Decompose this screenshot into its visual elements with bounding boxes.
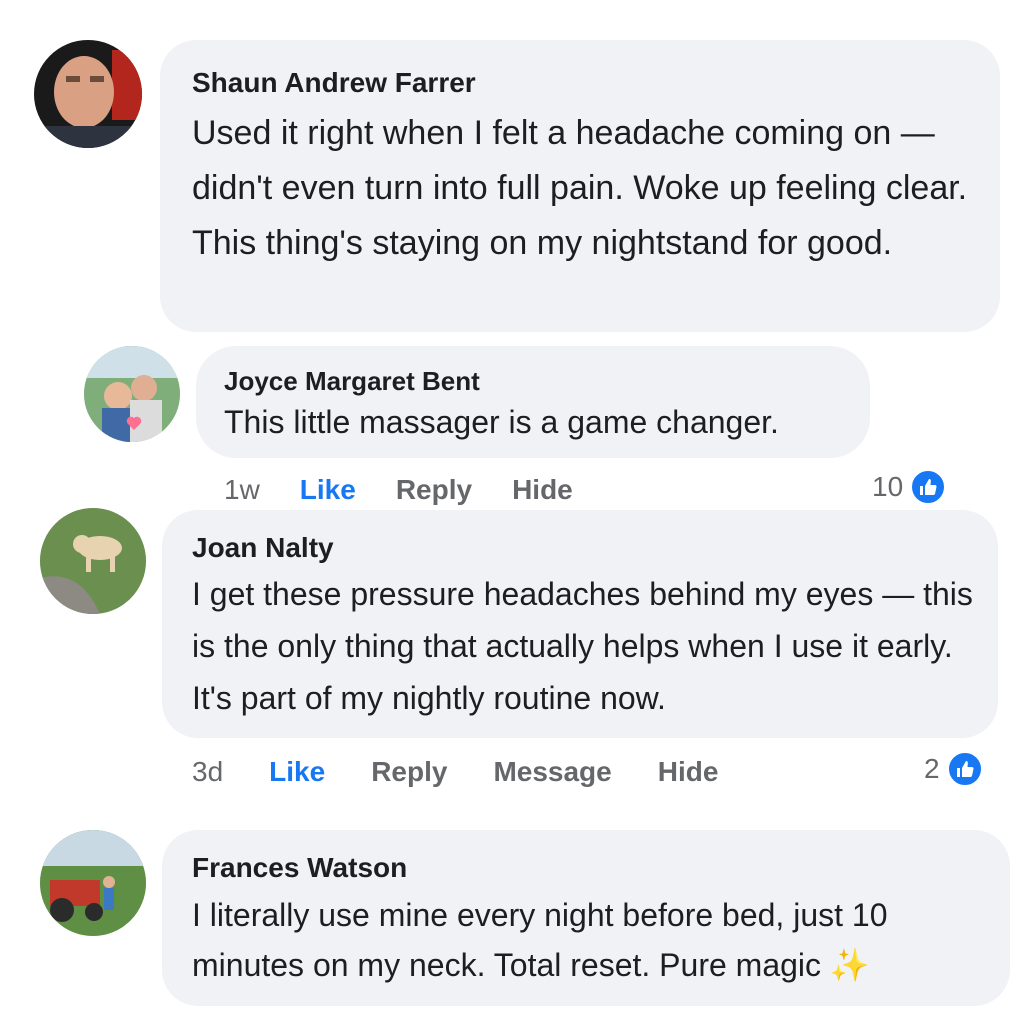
avatar[interactable] (34, 40, 142, 148)
avatar[interactable] (40, 830, 146, 936)
comment-bubble: Shaun Andrew Farrer Used it right when I… (160, 40, 1000, 332)
comment-bubble: Joan Nalty I get these pressure headache… (162, 510, 998, 738)
thumbs-up-icon (909, 468, 948, 506)
hide-button[interactable]: Hide (512, 474, 573, 506)
avatar[interactable] (84, 346, 180, 442)
comment-text: I literally use mine every night before … (192, 897, 888, 983)
reaction-count-value: 10 (872, 471, 904, 502)
hide-button[interactable]: Hide (658, 756, 719, 788)
comment-timestamp[interactable]: 3d (192, 756, 223, 788)
comment-author[interactable]: Joan Nalty (192, 532, 970, 564)
thumbs-up-icon (945, 750, 984, 788)
comment-author[interactable]: Joyce Margaret Bent (224, 366, 842, 396)
comment-bubble: Frances Watson I literally use mine ever… (162, 830, 1010, 1006)
reaction-count[interactable]: 2 (924, 748, 984, 790)
reply-button[interactable]: Reply (396, 474, 472, 506)
comment-text: This little massager is a game changer. (224, 404, 779, 440)
comment-text: Used it right when I felt a headache com… (192, 114, 968, 262)
avatar[interactable] (40, 508, 146, 614)
comment-actions: 3d Like Reply Message Hide (192, 754, 718, 790)
comment-bubble: Joyce Margaret Bent This little massager… (196, 346, 870, 458)
reaction-count-value: 2 (924, 753, 940, 784)
comment-timestamp[interactable]: 1w (224, 474, 260, 506)
like-button[interactable]: Like (300, 474, 356, 506)
comment-actions: 1w Like Reply Hide (224, 472, 573, 508)
reaction-count[interactable]: 10 (872, 466, 948, 508)
like-button[interactable]: Like (269, 756, 325, 788)
comment-text: I get these pressure headaches behind my… (192, 576, 973, 716)
reply-button[interactable]: Reply (371, 756, 447, 788)
comment-author[interactable]: Frances Watson (192, 852, 982, 884)
message-button[interactable]: Message (493, 756, 611, 788)
comment-author[interactable]: Shaun Andrew Farrer (192, 66, 970, 100)
